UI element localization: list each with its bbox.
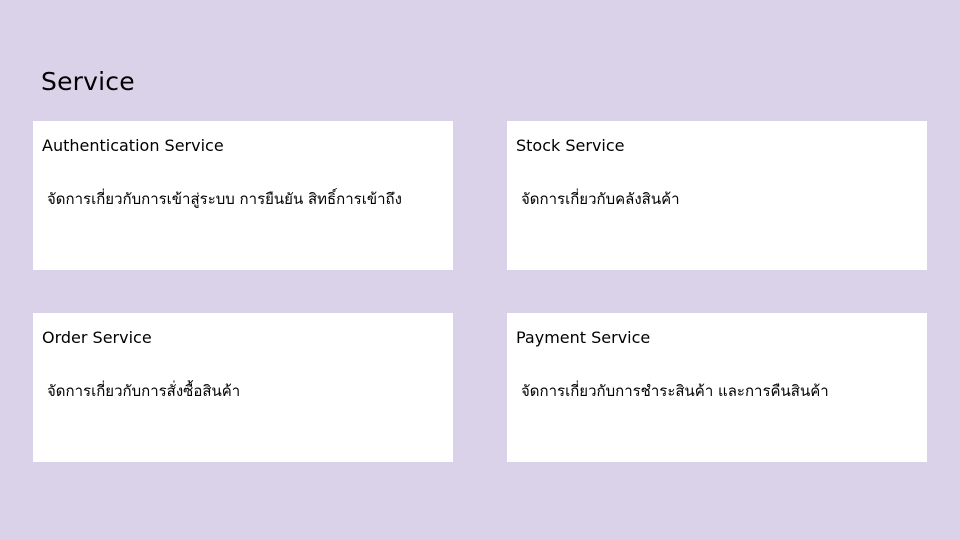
service-card-title: Authentication Service bbox=[42, 136, 224, 155]
service-card-title: Order Service bbox=[42, 328, 152, 347]
service-card-stock: Stock Service จัดการเกี่ยวกับคลังสินค้า bbox=[507, 121, 927, 270]
service-card-title: Payment Service bbox=[516, 328, 651, 347]
service-card-title: Stock Service bbox=[516, 136, 625, 155]
service-card-description: จัดการเกี่ยวกับการเข้าสู่ระบบ การยืนยัน … bbox=[47, 190, 402, 208]
service-card-authentication: Authentication Service จัดการเกี่ยวกับกา… bbox=[33, 121, 453, 270]
slide-title: Service bbox=[41, 67, 135, 96]
service-card-description: จัดการเกี่ยวกับการสั่งซื้อสินค้า bbox=[47, 382, 241, 400]
service-card-payment: Payment Service จัดการเกี่ยวกับการชำระสิ… bbox=[507, 313, 927, 462]
service-card-description: จัดการเกี่ยวกับคลังสินค้า bbox=[521, 190, 680, 208]
service-card-order: Order Service จัดการเกี่ยวกับการสั่งซื้อ… bbox=[33, 313, 453, 462]
service-card-description: จัดการเกี่ยวกับการชำระสินค้า และการคืนสิ… bbox=[521, 382, 829, 400]
